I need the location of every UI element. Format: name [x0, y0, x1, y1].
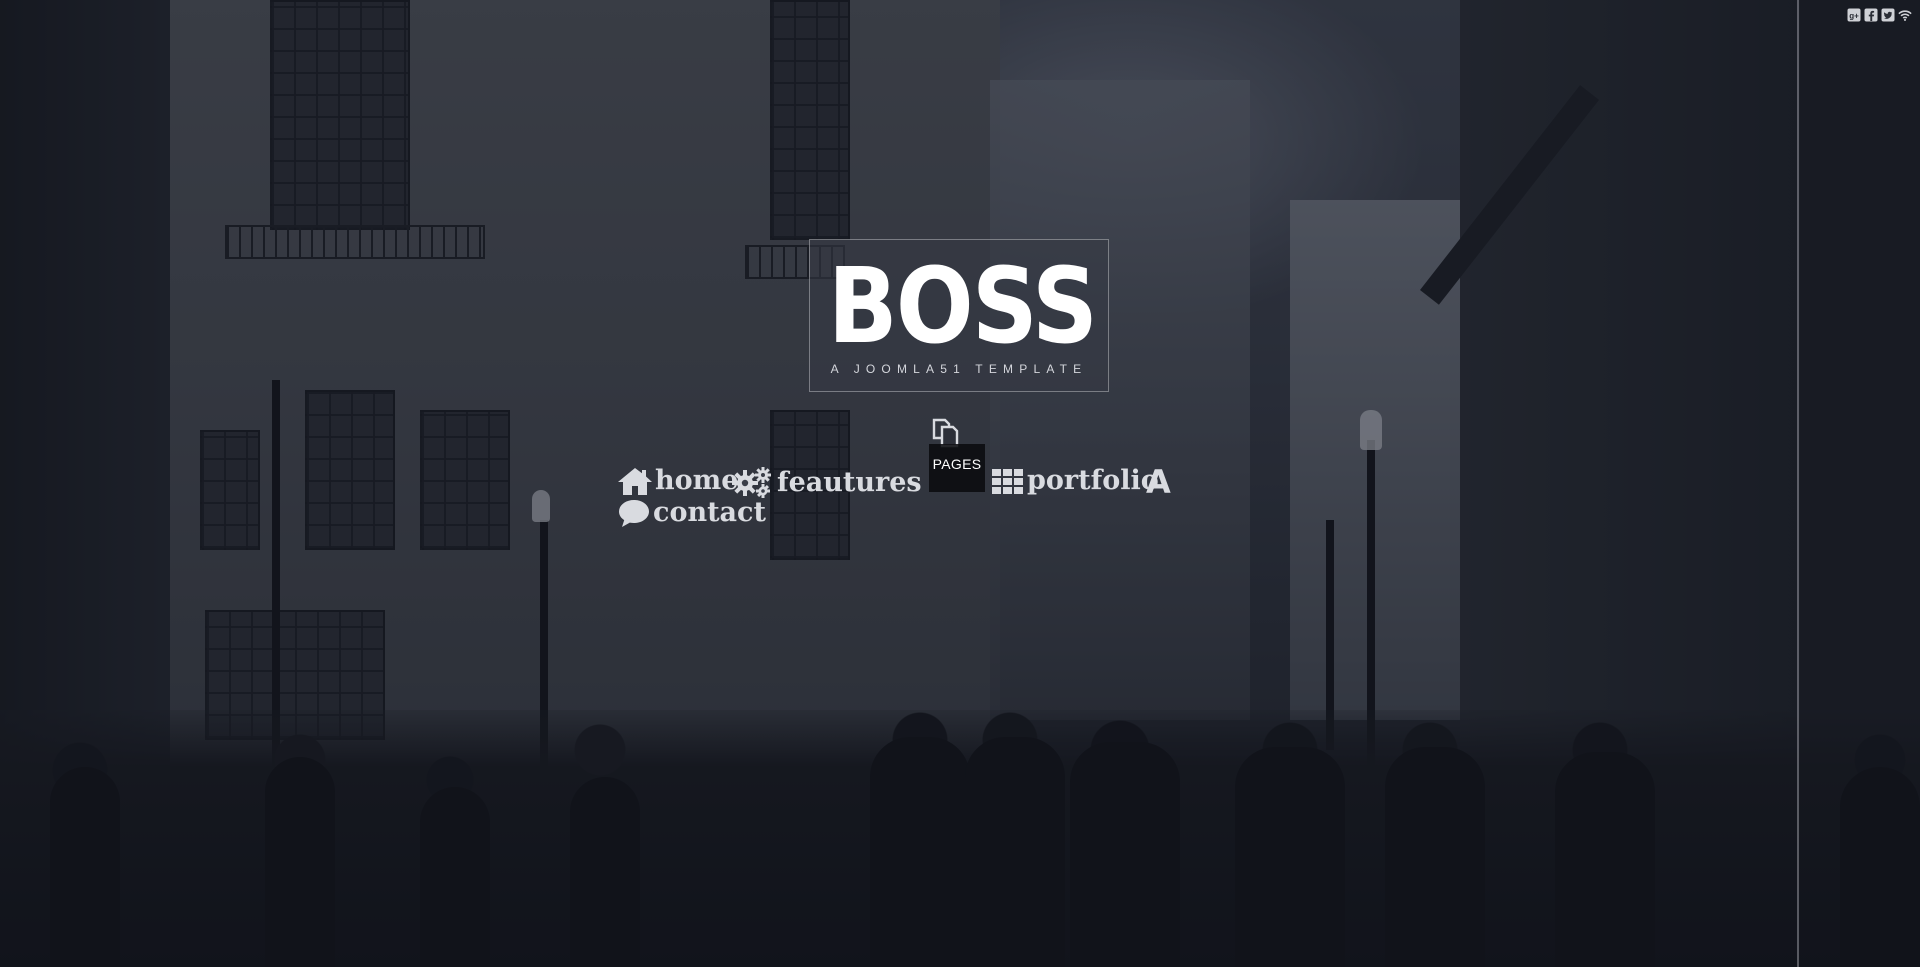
comment-icon [619, 499, 649, 527]
nav-label-portfolio: portfolio [1027, 465, 1159, 496]
nav-item-font[interactable]: A [1146, 463, 1171, 501]
home-icon [618, 467, 652, 495]
nav-label-home: home [655, 465, 739, 496]
logo[interactable]: BOSS A JOOMLA51 TEMPLATE [809, 239, 1109, 392]
divider-line [1797, 0, 1799, 967]
facebook-icon[interactable] [1864, 8, 1878, 22]
twitter-icon[interactable] [1881, 8, 1895, 22]
svg-text:g+: g+ [1849, 12, 1859, 21]
font-a-icon: A [1146, 463, 1171, 501]
rss-icon[interactable] [1898, 8, 1912, 22]
nav-item-pages[interactable]: PAGES [929, 444, 985, 492]
nav-item-contact[interactable]: contact [617, 497, 766, 528]
nav-item-home[interactable]: home [617, 465, 738, 496]
nav-item-portfolio[interactable]: portfolio [991, 465, 1159, 496]
social-links: g+ [1847, 8, 1912, 22]
nav-label-contact: contact [653, 497, 766, 528]
gears-icon [732, 467, 771, 498]
logo-title: BOSS [827, 245, 1098, 367]
nav-label-features: feautures [777, 466, 922, 498]
grid-icon [992, 468, 1023, 494]
nav-label-pages: PAGES [932, 456, 982, 472]
nav-item-features[interactable]: feautures [731, 465, 922, 499]
google-plus-icon[interactable]: g+ [1847, 8, 1861, 22]
